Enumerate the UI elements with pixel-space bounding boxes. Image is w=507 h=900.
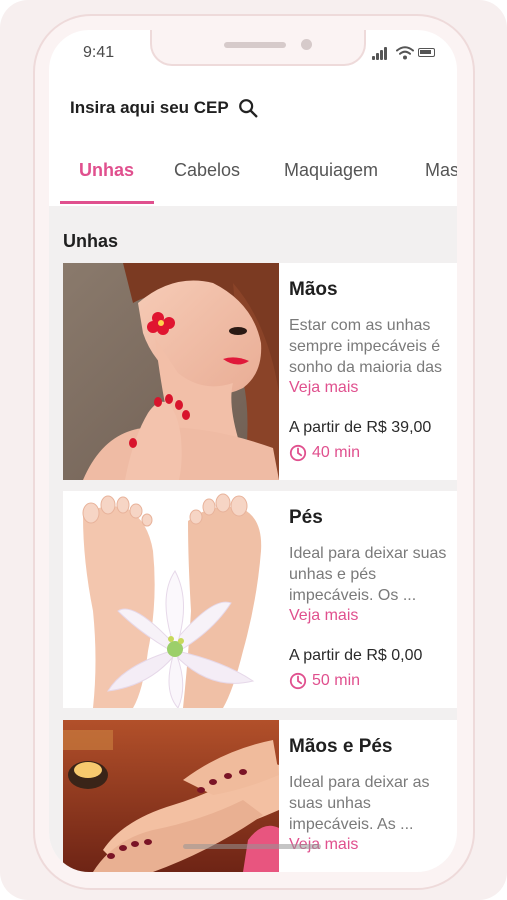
service-title: Pés — [289, 507, 323, 528]
status-time: 9:41 — [83, 44, 115, 61]
service-title: Mãos e Pés — [289, 736, 393, 757]
tab-indicator — [60, 201, 154, 204]
camera — [301, 39, 312, 50]
app-screen: 9:41 Insira aqui seu CEP Unhas Cabelos M… — [49, 30, 457, 872]
notch — [150, 30, 366, 66]
see-more-link[interactable]: Veja mais — [289, 377, 457, 398]
service-description: Ideal para deixar suas unhas e pés impec… — [289, 545, 447, 604]
service-list: Unhas Mãos Estar com as unhas sempre imp… — [49, 206, 457, 872]
service-info: Mãos e Pés Ideal para deixar as suas unh… — [289, 736, 457, 855]
service-image-maos — [63, 263, 279, 480]
service-title: Mãos — [289, 279, 338, 300]
service-image-pes — [63, 491, 279, 708]
status-icons — [372, 46, 442, 60]
tab-more[interactable]: Mas — [425, 160, 457, 181]
category-tabs: Unhas Cabelos Maquiagem Mas — [49, 152, 457, 206]
service-price: A partir de R$ 39,00 — [289, 419, 432, 436]
service-price: A partir de R$ 0,00 — [289, 647, 423, 664]
service-duration: 50 min — [289, 672, 457, 690]
tab-maquiagem[interactable]: Maquiagem — [284, 160, 378, 181]
clock-icon — [289, 672, 307, 690]
service-description: Estar com as unhas sempre impecáveis é s… — [289, 317, 442, 376]
cep-label: Insira aqui seu CEP — [70, 98, 229, 117]
search-icon[interactable] — [237, 97, 259, 119]
see-more-link[interactable]: Veja mais — [289, 605, 457, 626]
cep-search[interactable]: Insira aqui seu CEP — [70, 96, 259, 120]
service-image-maos-e-pes — [63, 720, 279, 872]
clock-icon — [289, 444, 307, 462]
tab-cabelos[interactable]: Cabelos — [174, 160, 240, 181]
speaker — [224, 42, 286, 48]
tab-unhas[interactable]: Unhas — [79, 160, 134, 181]
service-card-pes[interactable]: Pés Ideal para deixar suas unhas e pés i… — [63, 491, 457, 708]
service-duration: 40 min — [289, 444, 457, 462]
service-card-maos-e-pes[interactable]: Mãos e Pés Ideal para deixar as suas unh… — [63, 720, 457, 872]
service-info: Pés Ideal para deixar suas unhas e pés i… — [289, 507, 457, 690]
section-title: Unhas — [63, 231, 119, 251]
service-info: Mãos Estar com as unhas sempre impecávei… — [289, 279, 457, 462]
home-indicator — [183, 844, 321, 849]
battery-icon — [418, 48, 435, 57]
wifi-icon — [396, 46, 414, 60]
service-description: Ideal para deixar as suas unhas impecáve… — [289, 774, 430, 833]
service-card-maos[interactable]: Mãos Estar com as unhas sempre impecávei… — [63, 263, 457, 480]
